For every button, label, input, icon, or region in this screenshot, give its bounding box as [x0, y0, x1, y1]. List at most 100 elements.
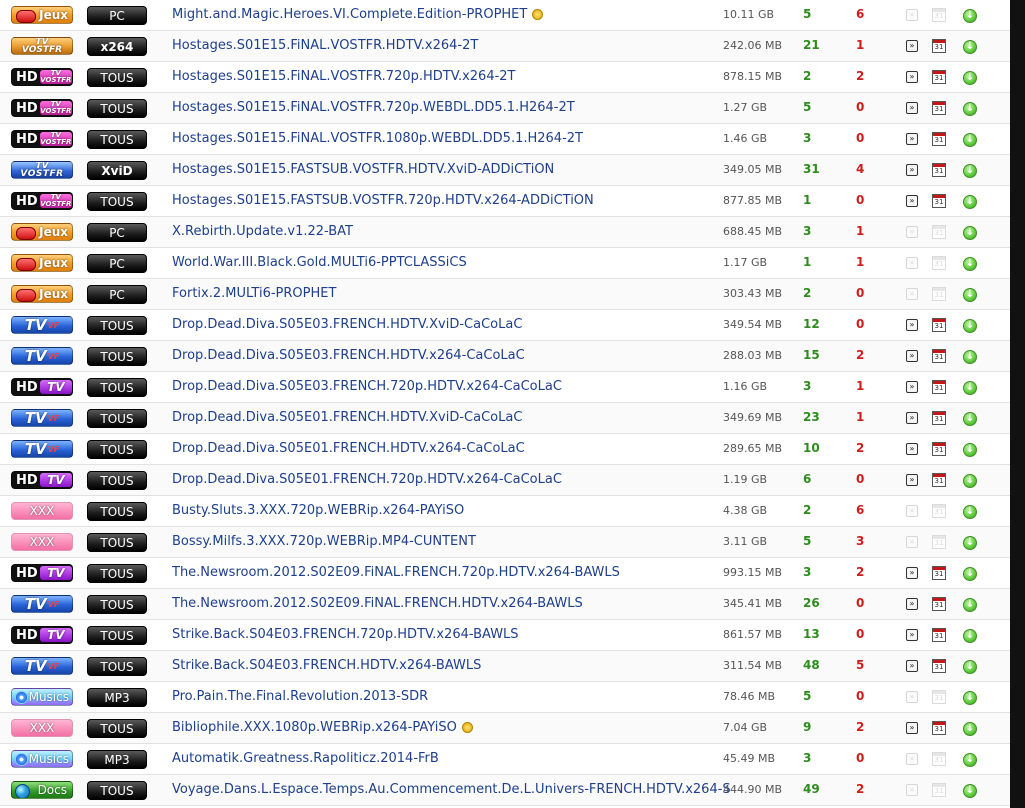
download-arrow-icon[interactable]: ↓	[963, 536, 977, 550]
torrent-name-link[interactable]: The.Newsroom.2012.S02E09.FiNAL.FRENCH.HD…	[172, 596, 583, 611]
category-badge-hd-vostfr[interactable]: HD TV VOSTFR	[11, 192, 73, 210]
subcategory-badge[interactable]: TOUS	[87, 657, 147, 676]
calendar-icon[interactable]: 31	[932, 380, 946, 394]
torrent-name-link[interactable]: The.Newsroom.2012.S02E09.FiNAL.FRENCH.72…	[172, 565, 620, 580]
subcategory-badge[interactable]: TOUS	[87, 130, 147, 149]
torrent-name-link[interactable]: Voyage.Dans.L.Espace.Temps.Au.Commenceme…	[172, 782, 731, 797]
subcategory-badge[interactable]: TOUS	[87, 502, 147, 521]
nfo-icon[interactable]: »	[906, 195, 918, 207]
nfo-icon[interactable]: »	[906, 443, 918, 455]
torrent-name-link[interactable]: World.War.III.Black.Gold.MULTi6-PPTCLASS…	[172, 255, 467, 270]
torrent-name-link[interactable]: Hostages.S01E15.FASTSUB.VOSTFR.HDTV.XviD…	[172, 162, 554, 177]
torrent-name-link[interactable]: Hostages.S01E15.FiNAL.VOSTFR.1080p.WEBDL…	[172, 131, 583, 146]
calendar-icon[interactable]: 31	[932, 721, 946, 735]
subcategory-badge[interactable]: TOUS	[87, 781, 147, 800]
subcategory-badge[interactable]: MP3	[87, 688, 147, 707]
torrent-name-link[interactable]: Drop.Dead.Diva.S05E01.FRENCH.HDTV.x264-C…	[172, 441, 525, 456]
download-arrow-icon[interactable]: ↓	[963, 629, 977, 643]
category-badge-musics[interactable]: Musics	[11, 688, 73, 706]
category-badge-hd-vostfr[interactable]: HD TV VOSTFR	[11, 68, 73, 86]
subcategory-badge[interactable]: TOUS	[87, 409, 147, 428]
nfo-icon[interactable]: »	[906, 102, 918, 114]
nfo-icon[interactable]: »	[906, 629, 918, 641]
subcategory-badge[interactable]: TOUS	[87, 347, 147, 366]
download-arrow-icon[interactable]: ↓	[963, 288, 977, 302]
subcategory-badge[interactable]: PC	[87, 254, 147, 273]
torrent-name-link[interactable]: Hostages.S01E15.FiNAL.VOSTFR.720p.WEBDL.…	[172, 100, 575, 115]
download-arrow-icon[interactable]: ↓	[963, 257, 977, 271]
torrent-name-link[interactable]: Drop.Dead.Diva.S05E03.FRENCH.720p.HDTV.x…	[172, 379, 562, 394]
torrent-name-link[interactable]: Might.and.Magic.Heroes.VI.Complete.Editi…	[172, 7, 544, 22]
download-arrow-icon[interactable]: ↓	[963, 102, 977, 116]
calendar-icon[interactable]: 31	[932, 442, 946, 456]
nfo-icon[interactable]: »	[906, 71, 918, 83]
download-arrow-icon[interactable]: ↓	[963, 9, 977, 23]
subcategory-badge[interactable]: TOUS	[87, 719, 147, 738]
download-arrow-icon[interactable]: ↓	[963, 226, 977, 240]
subcategory-badge[interactable]: PC	[87, 223, 147, 242]
download-arrow-icon[interactable]: ↓	[963, 691, 977, 705]
torrent-name-link[interactable]: Bossy.Milfs.3.XXX.720p.WEBRip.MP4-CUNTEN…	[172, 534, 476, 549]
download-arrow-icon[interactable]: ↓	[963, 133, 977, 147]
category-badge-tv[interactable]: TV VF	[11, 409, 73, 427]
download-arrow-icon[interactable]: ↓	[963, 412, 977, 426]
subcategory-badge[interactable]: TOUS	[87, 378, 147, 397]
download-arrow-icon[interactable]: ↓	[963, 567, 977, 581]
subcategory-badge[interactable]: TOUS	[87, 595, 147, 614]
calendar-icon[interactable]: 31	[932, 132, 946, 146]
calendar-icon[interactable]: 31	[932, 163, 946, 177]
category-badge-jeux[interactable]: Jeux	[11, 285, 73, 303]
category-badge-hd-vf[interactable]: HD TV	[11, 626, 73, 644]
nfo-icon[interactable]: »	[906, 567, 918, 579]
download-arrow-icon[interactable]: ↓	[963, 660, 977, 674]
download-arrow-icon[interactable]: ↓	[963, 598, 977, 612]
download-arrow-icon[interactable]: ↓	[963, 443, 977, 457]
subcategory-badge[interactable]: TOUS	[87, 192, 147, 211]
download-arrow-icon[interactable]: ↓	[963, 40, 977, 54]
category-badge-hd-vostfr[interactable]: HD TV VOSTFR	[11, 130, 73, 148]
calendar-icon[interactable]: 31	[932, 411, 946, 425]
subcategory-badge[interactable]: TOUS	[87, 626, 147, 645]
nfo-icon[interactable]: »	[906, 660, 918, 672]
calendar-icon[interactable]: 31	[932, 39, 946, 53]
category-badge-hd-vf[interactable]: HD TV	[11, 471, 73, 489]
category-badge-tv[interactable]: TV VF	[11, 440, 73, 458]
category-badge-tv[interactable]: TV VF	[11, 595, 73, 613]
category-badge-jeux[interactable]: Jeux	[11, 254, 73, 272]
torrent-name-link[interactable]: Drop.Dead.Diva.S05E03.FRENCH.HDTV.x264-C…	[172, 348, 525, 363]
download-arrow-icon[interactable]: ↓	[963, 164, 977, 178]
nfo-icon[interactable]: »	[906, 381, 918, 393]
calendar-icon[interactable]: 31	[932, 597, 946, 611]
download-arrow-icon[interactable]: ↓	[963, 195, 977, 209]
category-badge-tv[interactable]: TV VF	[11, 347, 73, 365]
subcategory-badge[interactable]: TOUS	[87, 316, 147, 335]
subcategory-badge[interactable]: TOUS	[87, 440, 147, 459]
category-badge-xxx[interactable]: XXX	[11, 533, 73, 551]
subcategory-badge[interactable]: TOUS	[87, 99, 147, 118]
subcategory-badge[interactable]: TOUS	[87, 471, 147, 490]
category-badge-hd-vostfr[interactable]: HD TV VOSTFR	[11, 99, 73, 117]
torrent-name-link[interactable]: Busty.Sluts.3.XXX.720p.WEBRip.x264-PAYiS…	[172, 503, 464, 518]
subcategory-badge[interactable]: PC	[87, 285, 147, 304]
download-arrow-icon[interactable]: ↓	[963, 505, 977, 519]
calendar-icon[interactable]: 31	[932, 70, 946, 84]
download-arrow-icon[interactable]: ↓	[963, 319, 977, 333]
calendar-icon[interactable]: 31	[932, 473, 946, 487]
nfo-icon[interactable]: »	[906, 412, 918, 424]
nfo-icon[interactable]: »	[906, 474, 918, 486]
calendar-icon[interactable]: 31	[932, 628, 946, 642]
torrent-name-link[interactable]: Drop.Dead.Diva.S05E03.FRENCH.HDTV.XviD-C…	[172, 317, 522, 332]
category-badge-xxx[interactable]: XXX	[11, 502, 73, 520]
category-badge-hd-vf[interactable]: HD TV	[11, 378, 73, 396]
category-badge-musics[interactable]: Musics	[11, 750, 73, 768]
torrent-name-link[interactable]: Strike.Back.S04E03.FRENCH.720p.HDTV.x264…	[172, 627, 519, 642]
nfo-icon[interactable]: »	[906, 350, 918, 362]
calendar-icon[interactable]: 31	[932, 101, 946, 115]
nfo-icon[interactable]: »	[906, 598, 918, 610]
subcategory-badge[interactable]: TOUS	[87, 564, 147, 583]
category-badge-xxx[interactable]: XXX	[11, 719, 73, 737]
download-arrow-icon[interactable]: ↓	[963, 350, 977, 364]
download-arrow-icon[interactable]: ↓	[963, 722, 977, 736]
calendar-icon[interactable]: 31	[932, 566, 946, 580]
torrent-name-link[interactable]: Bibliophile.XXX.1080p.WEBRip.x264-PAYiSO	[172, 720, 473, 735]
